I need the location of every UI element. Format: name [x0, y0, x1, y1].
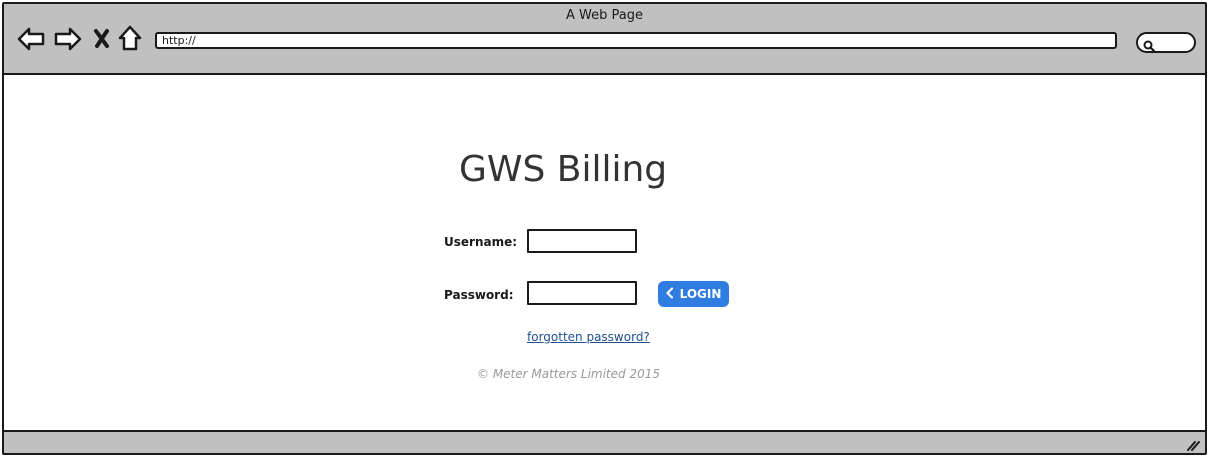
password-field[interactable]: [527, 281, 637, 305]
login-button-label: LOGIN: [679, 287, 722, 301]
username-label: Username:: [444, 235, 518, 249]
resize-grip-icon[interactable]: [1186, 436, 1200, 453]
login-button[interactable]: LOGIN: [658, 281, 729, 307]
browser-window: A Web Page http:// GWS Billing Username:…: [2, 2, 1207, 455]
copyright-text: © Meter Matters Limited 2015: [477, 367, 660, 381]
back-arrow-icon[interactable]: [16, 24, 46, 54]
password-label: Password:: [444, 288, 514, 302]
page-content: GWS Billing Username: Password: LOGIN fo…: [4, 75, 1205, 430]
window-title: A Web Page: [566, 8, 643, 23]
address-bar[interactable]: [155, 32, 1117, 49]
close-icon[interactable]: [90, 24, 120, 54]
browser-search-box[interactable]: [1136, 32, 1196, 53]
browser-toolbar: A Web Page: [4, 4, 1205, 75]
username-field[interactable]: [527, 229, 637, 253]
home-icon[interactable]: [117, 24, 147, 54]
page-title: GWS Billing: [459, 149, 668, 190]
chevron-left-icon: [666, 286, 674, 302]
forward-arrow-icon[interactable]: [53, 24, 83, 54]
forgot-password-link[interactable]: forgotten password?: [527, 330, 650, 344]
search-icon: [1143, 37, 1156, 56]
status-bar: [4, 430, 1205, 453]
